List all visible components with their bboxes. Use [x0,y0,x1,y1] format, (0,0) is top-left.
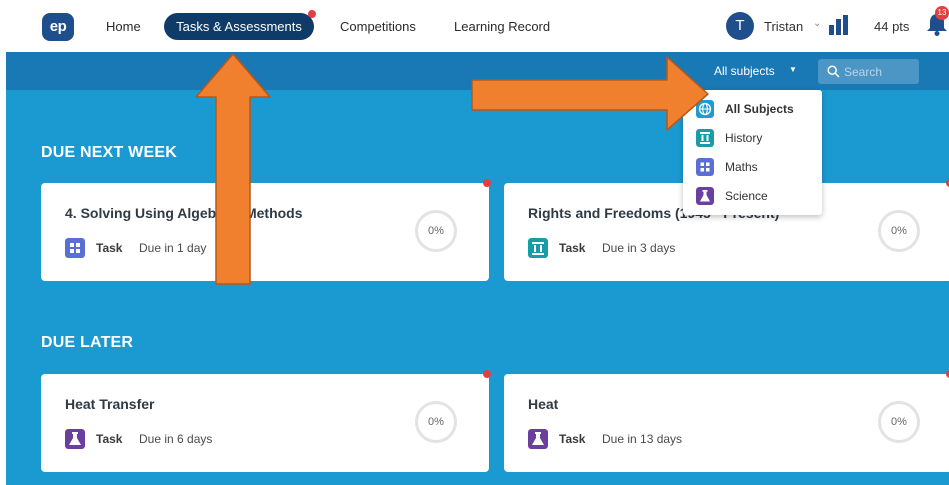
subject-dropdown-menu: All Subjects History Maths Science [683,90,822,215]
task-type-label: Task [559,432,586,446]
dropdown-item-all-subjects[interactable]: All Subjects [683,95,822,123]
notification-count-badge: 13 [935,6,949,20]
due-date-text: Due in 3 days [602,241,676,255]
search-input[interactable] [844,59,916,84]
notification-dot [308,10,316,18]
filter-bar: All subjects ▼ [6,52,949,90]
flask-icon [696,187,714,205]
bar-chart-icon[interactable] [828,15,848,35]
search-box[interactable] [818,59,919,84]
task-card[interactable]: 4. Solving Using Algebraic Methods Task … [41,179,491,281]
dropdown-item-label: Maths [725,160,758,174]
task-type-label: Task [96,241,123,255]
points-label: 44 pts [874,19,910,34]
flask-icon [65,429,85,449]
nav-learning-record-link[interactable]: Learning Record [454,19,550,34]
ep-logo[interactable]: ep [42,13,74,41]
subject-filter-dropdown[interactable]: All subjects [714,64,775,78]
flask-icon [528,429,548,449]
progress-ring: 0% [415,401,457,443]
due-date-text: Due in 6 days [139,432,213,446]
pillar-icon [528,238,548,258]
unread-dot [483,179,491,187]
calculator-icon [696,158,714,176]
dropdown-item-maths[interactable]: Maths [683,153,822,181]
nav-competitions-link[interactable]: Competitions [340,19,416,34]
dropdown-item-label: Science [725,189,768,203]
progress-ring: 0% [415,210,457,252]
task-title: Heat Transfer [65,396,155,412]
nav-home-link[interactable]: Home [106,19,141,34]
due-date-text: Due in 13 days [602,432,683,446]
calculator-icon [65,238,85,258]
search-icon [827,65,840,78]
task-title: 4. Solving Using Algebraic Methods [65,205,303,221]
progress-ring: 0% [878,401,920,443]
chevron-down-icon[interactable]: ⌄ [813,18,821,29]
top-nav-bar: ep Home Tasks & Assessments Competitions… [0,0,949,52]
task-title: Heat [528,396,559,412]
pillar-icon [696,129,714,147]
caret-down-icon[interactable]: ▼ [789,65,797,74]
user-name[interactable]: Tristan [764,19,803,34]
task-type-label: Task [559,241,586,255]
globe-icon [696,100,714,118]
due-date-text: Due in 1 day [139,241,207,255]
section-title-due-next-week: DUE NEXT WEEK [41,144,177,161]
task-card[interactable]: Heat Transfer Task Due in 6 days 0% [41,370,491,472]
user-avatar[interactable]: T [726,12,754,40]
unread-dot [483,370,491,378]
dropdown-item-history[interactable]: History [683,124,822,152]
dropdown-item-label: All Subjects [725,102,794,116]
dropdown-item-label: History [725,131,763,145]
section-title-due-later: DUE LATER [41,334,134,351]
dropdown-item-science[interactable]: Science [683,182,822,210]
nav-tasks-tab[interactable]: Tasks & Assessments [164,13,314,40]
task-card[interactable]: Heat Task Due in 13 days 0% [504,370,949,472]
progress-ring: 0% [878,210,920,252]
task-type-label: Task [96,432,123,446]
